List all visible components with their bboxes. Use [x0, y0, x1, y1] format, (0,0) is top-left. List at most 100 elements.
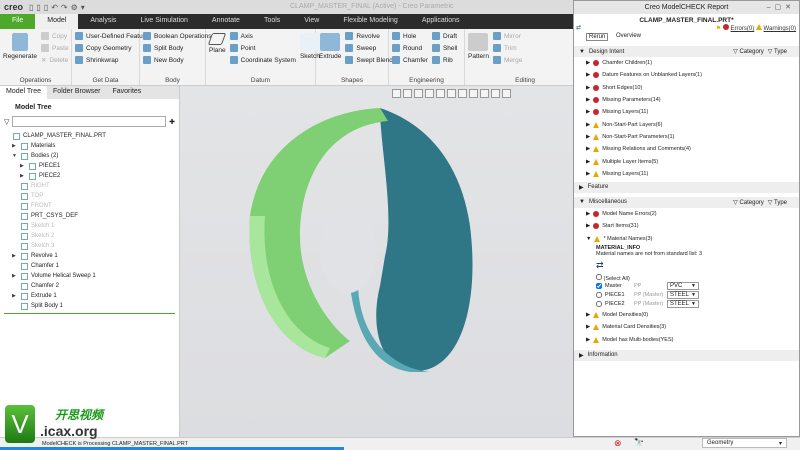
tab-annotate[interactable]: Annotate [200, 14, 252, 29]
datum-display-icon[interactable] [469, 89, 478, 98]
filter-icon[interactable]: ▽ [4, 118, 9, 126]
tab-analysis[interactable]: Analysis [78, 14, 128, 29]
material-checkbox[interactable] [596, 292, 602, 299]
check-item[interactable]: ▶ Chamfer Children(1) [574, 57, 799, 69]
information-section[interactable]: ▶ Information [574, 349, 799, 361]
engineering-label[interactable]: Engineering [389, 77, 464, 84]
tree-item[interactable]: Chamfer 2 [4, 281, 175, 291]
coordinate-system-button[interactable]: Coordinate System [229, 56, 296, 64]
display-style-icon[interactable] [436, 89, 445, 98]
swept-blend-button[interactable]: Swept Blend [345, 56, 393, 64]
pattern-button[interactable]: Pattern [468, 31, 489, 83]
tree-item[interactable]: Sketch 2 [4, 231, 175, 241]
repaint-icon[interactable] [425, 89, 434, 98]
material-checkbox[interactable] [596, 301, 602, 308]
expand-icon[interactable]: ▶ [12, 253, 18, 259]
check-item[interactable]: ▶ Start Items(31) [574, 220, 799, 232]
graphics-viewport[interactable] [180, 86, 573, 437]
tree-item[interactable]: ▶ Revolve 1 [4, 251, 175, 261]
check-item[interactable]: ▶ Model Densities(0) [574, 309, 799, 321]
tree-search-input[interactable] [12, 116, 167, 127]
hole-button[interactable]: Hole [392, 32, 428, 40]
type-filter[interactable]: ▽ Type [768, 48, 787, 55]
revolve-button[interactable]: Revolve [345, 32, 393, 40]
tree-item[interactable]: Chamfer 1 [4, 261, 175, 271]
shapes-label[interactable]: Shapes [316, 77, 388, 84]
expand-icon[interactable]: ▶ [20, 173, 26, 179]
zoom-out-icon[interactable] [414, 89, 423, 98]
material-select[interactable]: STEEL ▼ [667, 291, 699, 300]
tree-item[interactable]: ▶ Volume Helical Sweep 1 [4, 271, 175, 281]
panel-tab-folder-browser[interactable]: Folder Browser [47, 86, 106, 99]
material-select[interactable]: STEEL ▼ [667, 300, 699, 309]
annotation-display-icon[interactable] [480, 89, 489, 98]
view-manager-icon[interactable] [458, 89, 467, 98]
tree-item[interactable]: Sketch 1 [4, 221, 175, 231]
zoom-in-icon[interactable] [403, 89, 412, 98]
window-controls[interactable]: –▢✕ [767, 3, 795, 11]
overview-row[interactable]: ⇄ Rerun Overview [574, 25, 799, 44]
tree-item[interactable]: Split Body 1 [4, 301, 175, 311]
axis-button[interactable]: Axis [229, 32, 296, 40]
refit-icon[interactable] [392, 89, 401, 98]
expand-icon[interactable]: ▶ [12, 143, 18, 149]
get-data-label[interactable]: Get Data [72, 77, 139, 84]
miscellaneous-section[interactable]: ▼ Miscellaneous ▽ Category ▽ Type [574, 196, 799, 208]
check-item[interactable]: ▶ Missing Layers(11) [574, 106, 799, 118]
shrinkwrap-button[interactable]: Shrinkwrap [75, 56, 149, 64]
plane-button[interactable]: Plane [208, 31, 227, 83]
rib-button[interactable]: Rib [431, 56, 457, 64]
delete-button[interactable]: ✕ Delete [41, 56, 69, 65]
tree-item[interactable]: RIGHT [4, 181, 175, 191]
tab-tools[interactable]: Tools [252, 14, 292, 29]
tab-file[interactable]: File [0, 14, 36, 29]
check-item[interactable]: ▶ Datum Features on Unblanked Layers(1) [574, 69, 799, 81]
design-intent-section[interactable]: ▼ Design Intent ▽ Category ▽ Type [574, 46, 799, 57]
tab-applications[interactable]: Applications [410, 14, 472, 29]
perspective-icon[interactable] [502, 89, 511, 98]
misc-category-filter[interactable]: ▽ Category [733, 199, 764, 206]
check-item[interactable]: ▶ Non-Start-Part Layers(6) [574, 118, 799, 130]
expand-icon[interactable]: ▶ [12, 293, 18, 299]
select-all-checkbox[interactable] [596, 273, 602, 280]
feature-section[interactable]: ▶ Feature [574, 181, 799, 193]
tree-item[interactable]: TOP [4, 191, 175, 201]
rerun-icon[interactable]: ⇄ [576, 24, 581, 31]
tree-item[interactable]: CLAMP_MASTER_FINAL.PRT [4, 131, 175, 141]
panel-tab-favorites[interactable]: Favorites [107, 86, 148, 99]
select-all[interactable]: (Select All) [596, 273, 799, 282]
paste-button[interactable]: Paste [40, 44, 69, 52]
check-item[interactable]: ▶ Missing Parameters(14) [574, 94, 799, 106]
tab-model[interactable]: Model [35, 14, 79, 29]
tree-item[interactable]: Sketch 3 [4, 241, 175, 251]
extrude-button[interactable]: Extrude [319, 31, 341, 83]
expand-icon[interactable]: ▶ [12, 273, 18, 279]
shell-button[interactable]: Shell [431, 44, 457, 52]
misc-type-filter[interactable]: ▽ Type [768, 199, 787, 206]
expand-icon[interactable]: ▶ [20, 163, 26, 169]
panel-tab-model-tree[interactable]: Model Tree [0, 86, 48, 99]
datum-label[interactable]: Datum [206, 77, 315, 84]
tab-flexible-modeling[interactable]: Flexible Modeling [331, 14, 409, 29]
find-icon[interactable]: 🔭 [634, 438, 644, 447]
tab-live-simulation[interactable]: Live Simulation [128, 14, 199, 29]
check-item[interactable]: ▶ Non-Start-Part Parameters(1) [574, 131, 799, 143]
expand-icon[interactable]: ▼ [12, 153, 18, 159]
split-body-button[interactable]: Split Body [143, 44, 211, 52]
copy-button[interactable]: Copy [40, 32, 69, 40]
material-names-item[interactable]: ▼ * Material Names(3) [574, 233, 799, 245]
add-icon[interactable]: ✚ [169, 118, 175, 126]
check-item[interactable]: ▶ Missing Layers(11) [574, 168, 799, 180]
check-item[interactable]: ▶ Missing Relations and Comments(4) [574, 143, 799, 155]
merge-button[interactable]: Merge [492, 56, 522, 64]
check-item[interactable]: ▶ Model Name Errors(2) [574, 208, 799, 220]
tab-view[interactable]: View [292, 14, 331, 29]
user-defined-feature-button[interactable]: User-Defined Feature [75, 32, 149, 40]
mirror-button[interactable]: Mirror [492, 32, 522, 40]
tree-item[interactable]: ▶ Extrude 1 [4, 291, 175, 301]
tree-item[interactable]: ▶ PIECE2 [4, 171, 175, 181]
category-filter[interactable]: ▽ Category [733, 48, 764, 55]
check-item[interactable]: ▶ Model has Multi-bodies(YES) [574, 333, 799, 345]
clamp-model[interactable] [180, 86, 573, 437]
regenerate-button[interactable]: Regenerate [3, 31, 37, 83]
